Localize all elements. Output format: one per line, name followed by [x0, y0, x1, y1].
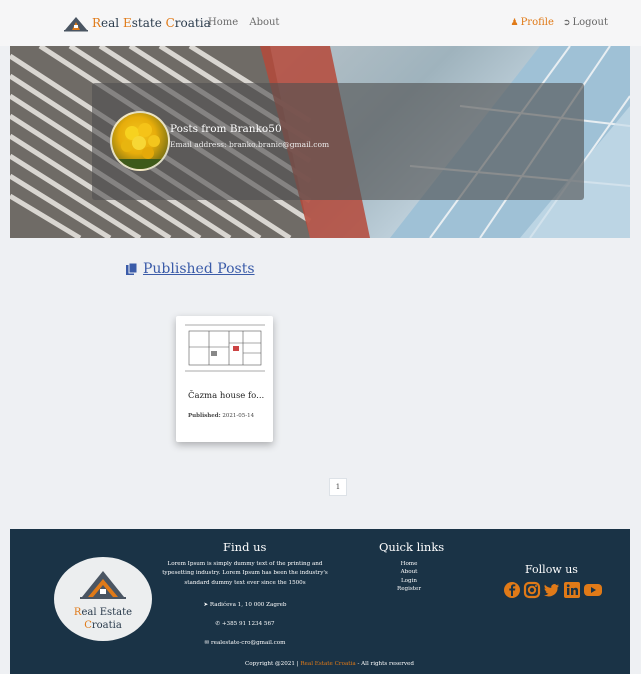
copy-icon: [126, 262, 138, 275]
footer-email: ✉ realestate-cro@gmail.com: [204, 640, 286, 646]
user-icon: ♟: [510, 18, 519, 28]
brand-name: Real Estate Croatia: [92, 16, 211, 30]
footer-logo-text: Real Estate Croatia: [73, 607, 133, 631]
profile-title: Posts from Branko50: [170, 123, 282, 135]
copyright: Copyright @2021 | Real Estate Croatia - …: [245, 661, 414, 667]
twitter-icon[interactable]: [543, 581, 561, 603]
quick-links-heading: Quick links: [379, 540, 445, 554]
phone-icon: ✆: [215, 621, 221, 627]
post-card[interactable]: Čazma house fo... Published: 2021-05-14: [176, 316, 273, 442]
find-us-heading: Find us: [223, 540, 267, 554]
copyright-brand-link[interactable]: Real Estate Croatia: [300, 661, 355, 667]
logout-icon: ➲: [562, 18, 571, 28]
facebook-icon[interactable]: [503, 581, 521, 603]
footer-link-register[interactable]: Register: [384, 585, 434, 593]
pagination-page-1[interactable]: 1: [329, 478, 347, 496]
linkedin-icon[interactable]: [563, 581, 581, 603]
published-posts-heading[interactable]: Published Posts: [125, 261, 255, 277]
nav-user-menu: ♟ Profile ➲ Logout: [511, 17, 609, 28]
navbar: Real Estate Croatia Home About ♟ Profile …: [0, 0, 641, 46]
footer-link-home[interactable]: Home: [384, 560, 434, 568]
social-links: [503, 581, 603, 603]
nav-links: Home About: [208, 17, 287, 28]
youtube-icon[interactable]: [583, 581, 603, 603]
avatar: [110, 111, 170, 171]
house-logo-icon: [64, 17, 88, 32]
logout-link[interactable]: ➲ Logout: [563, 17, 608, 28]
footer: Real Estate Croatia Find us Lorem Ipsum …: [10, 529, 630, 674]
nav-link-about[interactable]: About: [249, 17, 279, 28]
footer-logo: Real Estate Croatia: [54, 557, 152, 641]
instagram-icon[interactable]: [523, 581, 541, 603]
profile-email: Email address: branko.branic@gmail.com: [170, 140, 330, 149]
footer-address: ➤ Radićeva 1, 10 000 Zagreb: [203, 602, 287, 608]
post-published-date: Published: 2021-05-14: [188, 413, 255, 419]
footer-link-about[interactable]: About: [384, 568, 434, 576]
house-logo-icon: [80, 571, 126, 599]
brand-logo-link[interactable]: Real Estate Croatia: [64, 13, 211, 33]
quick-links-list: Home About Login Register: [384, 560, 434, 593]
find-us-description: Lorem Ipsum is simply dummy text of the …: [162, 561, 328, 586]
post-title[interactable]: Čazma house fo...: [188, 391, 264, 401]
location-arrow-icon: ➤: [203, 602, 209, 608]
profile-link[interactable]: ♟ Profile: [511, 17, 554, 28]
footer-link-login[interactable]: Login: [384, 577, 434, 585]
envelope-icon: ✉: [204, 640, 210, 646]
nav-link-home[interactable]: Home: [208, 17, 238, 28]
hero-banner: Posts from Branko50 Email address: brank…: [10, 46, 630, 238]
footer-phone: ✆ +385 91 1234 567: [215, 621, 275, 627]
floor-plan-image: [181, 319, 268, 377]
follow-us-heading: Follow us: [525, 563, 578, 576]
profile-card: Posts from Branko50 Email address: brank…: [92, 83, 584, 200]
